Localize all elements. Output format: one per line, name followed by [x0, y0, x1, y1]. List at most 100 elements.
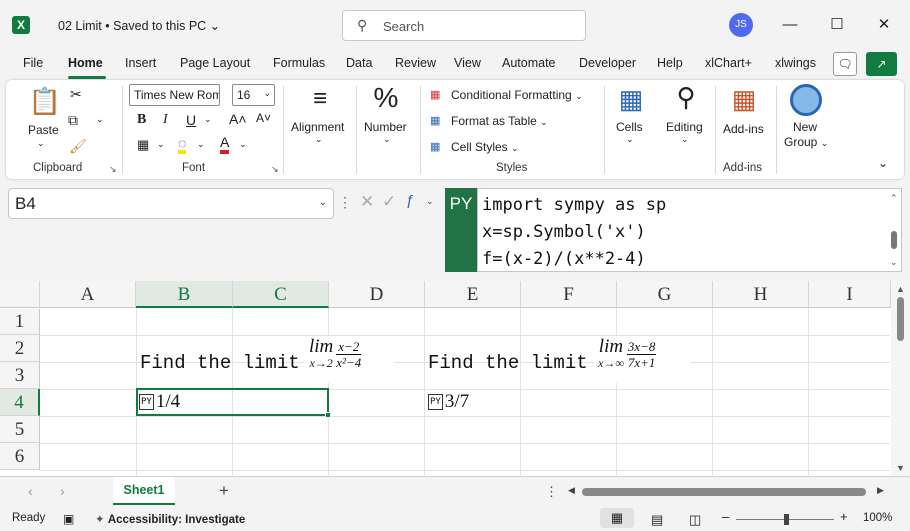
limit-expression-image[interactable]: lim x→2 x−2 x²−4 — [305, 336, 393, 383]
document-title[interactable]: 02 Limit • Saved to this PC ⌄ — [58, 18, 220, 33]
tab-xlchart[interactable]: xlChart+ — [705, 56, 752, 70]
select-all-corner[interactable] — [0, 281, 40, 308]
tab-file[interactable]: File — [23, 56, 43, 70]
close-button[interactable]: ✕ — [872, 13, 896, 37]
column-header[interactable]: A — [40, 281, 136, 308]
next-sheet-icon[interactable]: › — [60, 483, 65, 499]
editing-search-icon[interactable]: ⚲ — [669, 82, 703, 113]
tab-page-layout[interactable]: Page Layout — [180, 56, 250, 70]
tab-view[interactable]: View — [454, 56, 481, 70]
add-ins-button[interactable]: Add-ins — [723, 122, 764, 136]
font-size-select[interactable]: 16 ⌄ — [232, 84, 275, 106]
vertical-scrollbar[interactable]: ▲ ▼ — [891, 281, 910, 476]
column-header[interactable]: I — [809, 281, 891, 308]
font-color-icon[interactable]: A — [220, 135, 230, 154]
zoom-level[interactable]: 100% — [863, 512, 892, 524]
decrease-font-button[interactable]: A˅ — [256, 111, 271, 125]
tab-insert[interactable]: Insert — [125, 56, 156, 70]
chevron-down-icon[interactable]: ⌄ — [37, 138, 45, 149]
format-painter-icon[interactable]: 🖌 — [69, 138, 87, 155]
prev-sheet-icon[interactable]: ‹ — [28, 483, 33, 499]
new-group-line1[interactable]: New — [793, 120, 817, 134]
formula-scrollbar[interactable]: ⌃ ⌄ — [890, 193, 898, 269]
chevron-down-icon[interactable]: ⌄ — [319, 197, 327, 208]
cells-icon[interactable]: ▦ — [614, 84, 648, 115]
enter-icon[interactable]: ✓ — [382, 192, 396, 212]
more-options-icon[interactable]: ⋮ — [338, 194, 352, 211]
column-header[interactable]: H — [713, 281, 809, 308]
name-box[interactable]: B4 ⌄ — [8, 188, 334, 219]
page-layout-view-icon[interactable]: ▤ — [651, 512, 663, 528]
scroll-left-icon[interactable]: ◀ — [568, 485, 575, 496]
row-header[interactable]: 2 — [0, 335, 40, 362]
chevron-up-icon[interactable]: ⌃ — [890, 193, 898, 204]
paste-icon[interactable]: 📋 — [28, 86, 62, 118]
tab-xlwings[interactable]: xlwings — [775, 56, 816, 70]
chevron-down-icon[interactable]: ⌄ — [96, 114, 104, 125]
increase-font-button[interactable]: A˄ — [229, 111, 247, 127]
add-sheet-button[interactable]: + — [219, 481, 229, 501]
scroll-down-icon[interactable]: ▼ — [896, 463, 905, 473]
chevron-down-icon[interactable]: ⌄ — [383, 134, 391, 145]
new-group-icon[interactable] — [790, 84, 822, 116]
chevron-down-icon[interactable]: ⌄ — [426, 196, 434, 207]
chevron-down-icon[interactable]: ⌄ — [197, 139, 205, 150]
maximize-button[interactable]: ☐ — [825, 13, 849, 37]
row-header[interactable]: 6 — [0, 443, 40, 470]
chevron-down-icon[interactable]: ⌄ — [315, 134, 323, 145]
font-launcher-icon[interactable]: ↘ — [271, 164, 279, 175]
cell-b2[interactable]: Find the limit — [140, 352, 300, 374]
search-input[interactable]: ⚲ Search — [342, 10, 586, 41]
row-header[interactable]: 3 — [0, 362, 40, 389]
comments-icon[interactable]: 🗨 — [833, 52, 857, 76]
normal-view-icon[interactable]: ▦ — [600, 508, 634, 528]
tab-formulas[interactable]: Formulas — [273, 56, 325, 70]
new-group-button[interactable]: Group ⌄ — [784, 135, 828, 149]
row-header[interactable]: 4 — [0, 389, 40, 416]
font-name-select[interactable]: Times New Rom — [129, 84, 220, 106]
fill-handle[interactable] — [325, 412, 331, 418]
paste-button[interactable]: Paste — [28, 123, 59, 137]
tab-review[interactable]: Review — [395, 56, 436, 70]
more-options-icon[interactable]: ⋮ — [545, 484, 558, 500]
limit-expression-image[interactable]: lim x→∞ 3x−8 7x+1 — [594, 336, 690, 383]
page-break-view-icon[interactable]: ◫ — [689, 512, 701, 528]
scroll-right-icon[interactable]: ▶ — [877, 485, 884, 496]
zoom-in-button[interactable]: + — [840, 509, 848, 524]
formula-input[interactable]: import sympy as sp x=sp.Symbol('x') f=(x… — [477, 188, 902, 272]
chevron-down-icon[interactable]: ⌄ — [239, 139, 247, 150]
column-header[interactable]: G — [617, 281, 713, 308]
column-header[interactable]: F — [521, 281, 617, 308]
cell-styles-button[interactable]: Cell Styles ⌄ — [451, 140, 519, 154]
row-header[interactable]: 1 — [0, 309, 40, 335]
borders-icon[interactable]: ▦ — [137, 137, 149, 153]
alignment-button[interactable]: Alignment — [291, 120, 344, 134]
column-header[interactable]: B — [136, 281, 233, 308]
scroll-thumb[interactable] — [897, 297, 904, 341]
minimize-button[interactable]: — — [778, 13, 802, 37]
chevron-down-icon[interactable]: ⌄ — [204, 114, 212, 125]
macro-record-icon[interactable]: ▣ — [63, 512, 74, 526]
format-as-table-button[interactable]: Format as Table ⌄ — [451, 114, 548, 128]
cell-e4[interactable]: PY 3/7 — [428, 391, 469, 413]
underline-button[interactable]: U — [186, 112, 196, 128]
accessibility-status[interactable]: ✦ Accessibility: Investigate — [95, 512, 245, 526]
chevron-down-icon[interactable]: ⌄ — [890, 257, 898, 268]
editing-button[interactable]: Editing — [666, 120, 703, 134]
bold-button[interactable]: B — [137, 112, 146, 128]
cancel-icon[interactable]: ✕ — [360, 192, 374, 212]
cut-icon[interactable]: ✂ — [70, 86, 82, 103]
row-header[interactable]: 5 — [0, 416, 40, 443]
chevron-down-icon[interactable]: ⌄ — [157, 139, 165, 150]
number-button[interactable]: Number — [364, 120, 407, 134]
tab-developer[interactable]: Developer — [579, 56, 636, 70]
insert-function-icon[interactable]: ƒ — [406, 192, 414, 209]
cell-e2[interactable]: Find the limit — [428, 352, 588, 374]
tab-automate[interactable]: Automate — [502, 56, 556, 70]
italic-button[interactable]: I — [163, 112, 168, 128]
tab-home[interactable]: Home — [68, 56, 103, 70]
column-header[interactable]: D — [329, 281, 425, 308]
chevron-down-icon[interactable]: ⌄ — [681, 134, 689, 145]
cells-button[interactable]: Cells — [616, 120, 643, 134]
alignment-icon[interactable]: ≡ — [303, 86, 337, 112]
